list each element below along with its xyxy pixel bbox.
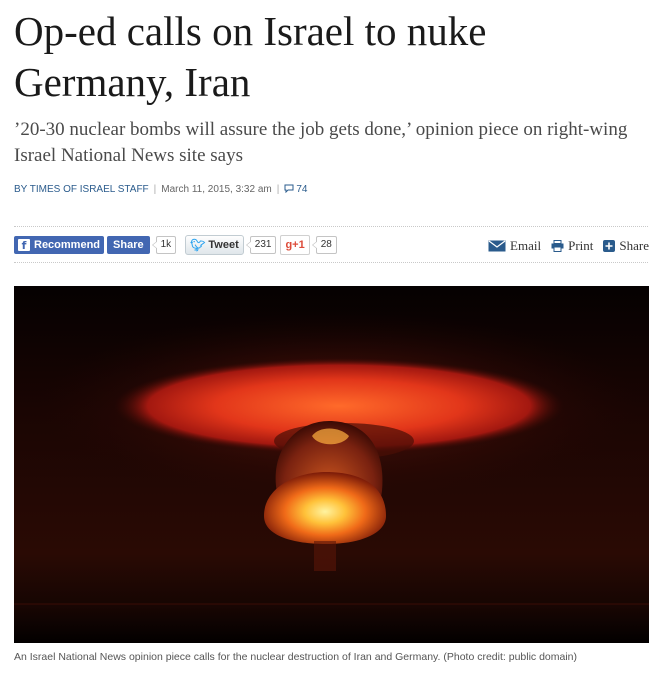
- comments-link[interactable]: 74: [284, 184, 307, 195]
- email-label: Email: [510, 238, 542, 253]
- byline-separator: |: [153, 184, 157, 195]
- print-button[interactable]: Print: [551, 238, 593, 254]
- share-label: Share: [619, 238, 649, 253]
- print-label: Print: [568, 238, 594, 253]
- share-button[interactable]: Share: [603, 238, 649, 254]
- twitter-bird-icon: 🐦︎: [190, 238, 206, 252]
- article-tools: Email Print Share: [478, 238, 649, 254]
- author-link[interactable]: BY TIMES OF ISRAEL STAFF: [14, 184, 149, 195]
- email-button[interactable]: Email: [488, 238, 541, 254]
- social-share-bar: f Recommend Share 1k 🐦︎ Tweet 231 g+1 28: [14, 234, 337, 256]
- tweet-count: 231: [245, 236, 277, 254]
- facebook-recommend-button[interactable]: f Recommend: [14, 236, 105, 254]
- article-photo: [14, 286, 649, 643]
- facebook-f-icon: f: [18, 239, 30, 252]
- tweet-button[interactable]: 🐦︎ Tweet: [185, 235, 244, 255]
- subheadline: ’20-30 nuclear bombs will assure the job…: [14, 119, 628, 166]
- printer-icon: [551, 240, 564, 252]
- envelope-icon: [488, 240, 506, 252]
- byline-separator: |: [276, 184, 280, 195]
- facebook-share-button[interactable]: Share: [107, 236, 150, 254]
- divider: [14, 262, 648, 263]
- speech-bubble-icon: [284, 184, 294, 194]
- nuclear-explosion-image: [14, 286, 649, 643]
- tweet-label: Tweet: [208, 239, 239, 251]
- google-plus-count: 28: [311, 236, 337, 254]
- facebook-recommend-label: Recommend: [34, 239, 101, 251]
- google-plus-button[interactable]: g+1: [280, 235, 310, 255]
- photo-caption: An Israel National News opinion piece ca…: [14, 651, 578, 663]
- headline: Op-ed calls on Israel to nuke Germany, I…: [14, 8, 487, 105]
- divider: [14, 226, 648, 227]
- facebook-share-count: 1k: [151, 236, 177, 254]
- plus-box-icon: [603, 240, 616, 252]
- byline-bar: BY TIMES OF ISRAEL STAFF | March 11, 2015,…: [14, 184, 307, 195]
- comment-count: 74: [296, 184, 308, 195]
- publish-date: March 11, 2015, 3:32 am: [161, 184, 272, 195]
